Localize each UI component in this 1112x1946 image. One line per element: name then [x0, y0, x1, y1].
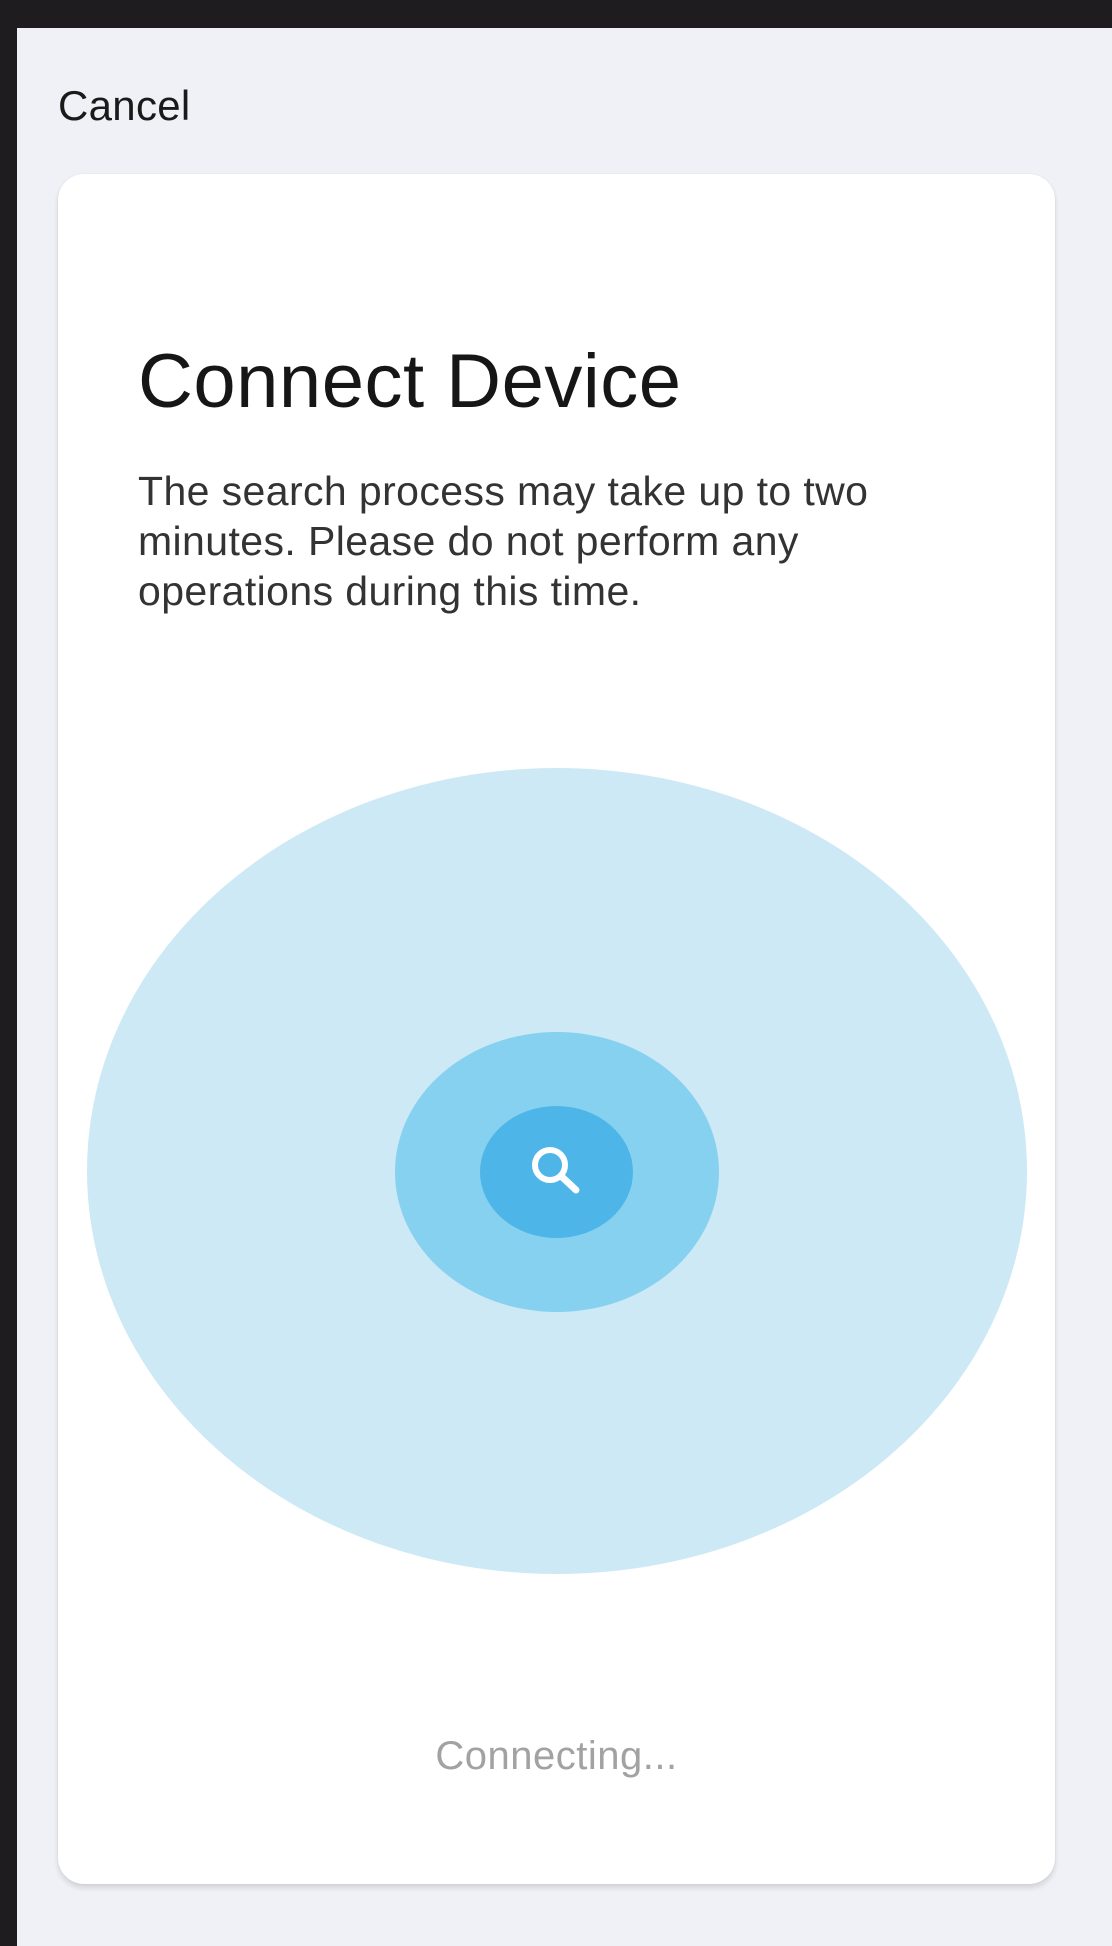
connect-device-screen: Cancel Connect Device The search process…: [17, 28, 1112, 1946]
connect-device-card: Connect Device The search process may ta…: [58, 174, 1055, 1884]
connection-status: Connecting...: [435, 1734, 678, 1778]
search-icon: [532, 1147, 580, 1194]
search-radar: [87, 768, 1027, 1574]
cancel-button[interactable]: Cancel: [58, 76, 191, 136]
page-title: Connect Device: [138, 339, 682, 424]
search-description: The search process may take up to two mi…: [138, 468, 869, 614]
search-button[interactable]: [480, 1106, 633, 1238]
